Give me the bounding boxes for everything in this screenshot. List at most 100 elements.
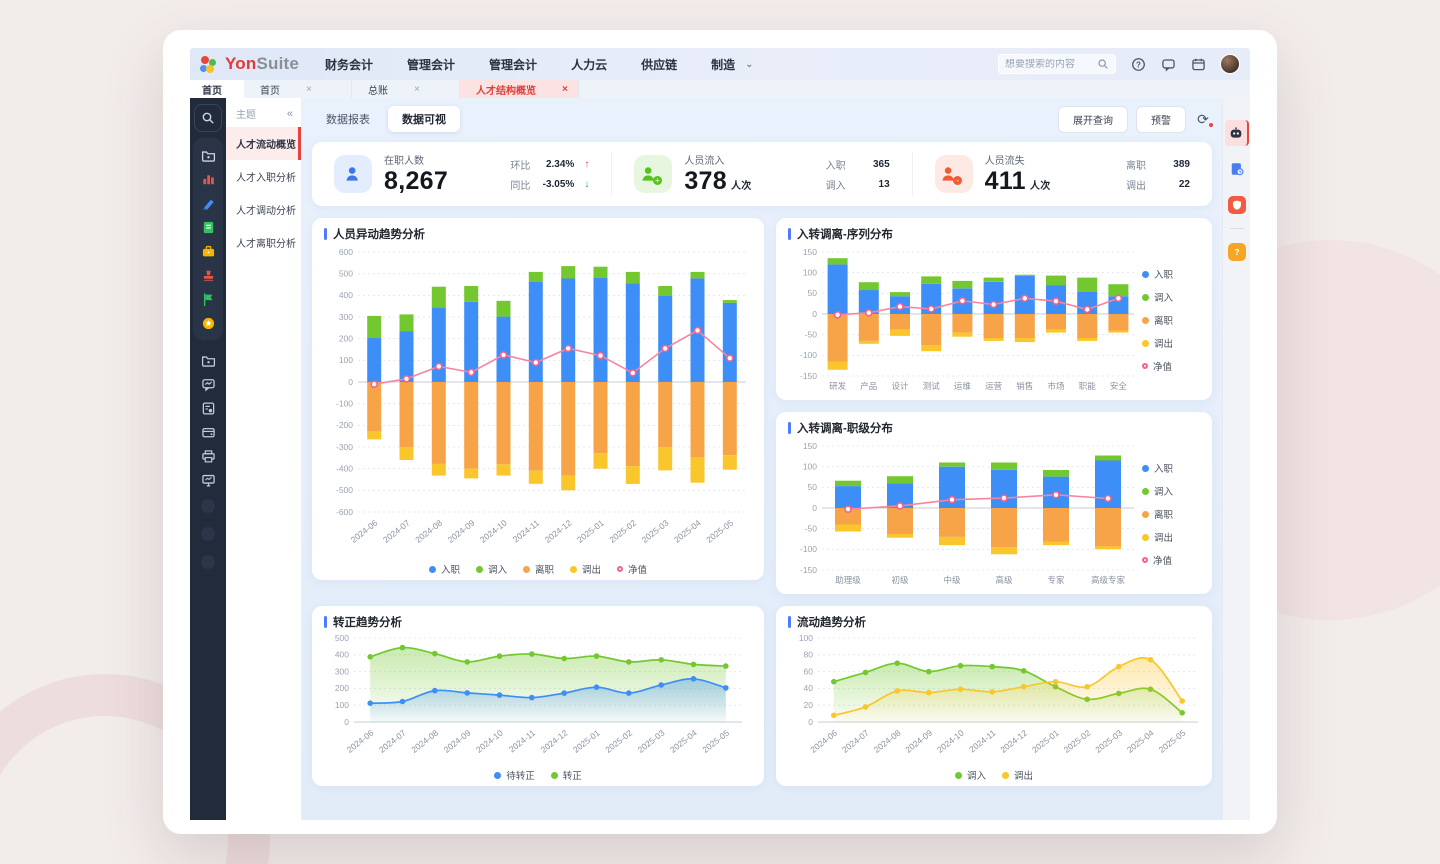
chat-report-icon[interactable] [195, 372, 221, 396]
metric-value: 389 [1156, 159, 1190, 170]
legend-label: 调出 [1154, 530, 1173, 544]
alert-button[interactable]: 预警 [1136, 106, 1186, 133]
wallet-icon[interactable] [195, 420, 221, 444]
refresh-icon[interactable]: ⟳ [1194, 111, 1212, 128]
chart-title: 转正趋势分析 [333, 614, 402, 630]
printer-icon[interactable] [195, 444, 221, 468]
calendar-icon[interactable] [1190, 56, 1206, 72]
sidebar-item-2[interactable]: 人才调动分析 [226, 193, 301, 226]
legend-item[interactable]: 调入 [1142, 484, 1192, 498]
workspace-tab-1[interactable]: 总账× [352, 80, 460, 98]
legend-label: 调入 [967, 768, 986, 782]
legend-item[interactable]: 净值 [1142, 359, 1192, 373]
svg-text:2024-12: 2024-12 [539, 728, 570, 755]
menu-item-5[interactable]: 制造 [711, 56, 735, 73]
search-input[interactable] [1005, 59, 1097, 70]
legend-item[interactable]: 净值 [617, 562, 647, 576]
svg-text:2025-05: 2025-05 [1157, 728, 1188, 755]
close-tab-icon[interactable]: × [562, 84, 568, 95]
legend-item[interactable]: 调入 [955, 768, 986, 782]
close-tab-icon[interactable]: × [414, 84, 420, 95]
svg-text:2024-08: 2024-08 [413, 518, 444, 545]
sidebar-item-3[interactable]: 人才离职分析 [226, 226, 301, 259]
top-navbar: YonSuite 财务会计 管理会计 管理会计 人力云 供应链 制造 ⌄ ? [190, 48, 1250, 80]
legend-item[interactable]: 离职 [1142, 507, 1192, 521]
svg-text:2025-02: 2025-02 [1062, 728, 1093, 755]
svg-text:0: 0 [344, 717, 349, 727]
svg-text:400: 400 [339, 290, 353, 300]
briefcase-app-icon[interactable] [195, 239, 221, 263]
svg-text:600: 600 [339, 247, 353, 257]
feedback-icon[interactable] [1160, 56, 1176, 72]
workspace-tab-0[interactable]: 首页× [244, 80, 352, 98]
legend-item[interactable]: 调出 [1002, 768, 1033, 782]
svg-text:2024-09: 2024-09 [446, 518, 477, 545]
close-tab-icon[interactable]: × [306, 84, 312, 95]
sidebar-item-1[interactable]: 人才入职分析 [226, 160, 301, 193]
kpi-metrics: 离职389调出22 [1126, 157, 1190, 192]
assistant-robot-icon[interactable] [1225, 120, 1249, 146]
legend-item[interactable]: 调入 [476, 562, 507, 576]
svg-text:2024-06: 2024-06 [345, 728, 376, 755]
svg-text:200: 200 [339, 334, 353, 344]
menu-item-2[interactable]: 管理会计 [489, 56, 537, 73]
legend-item[interactable]: 待转正 [494, 768, 535, 782]
legend-item[interactable]: 入职 [1142, 267, 1192, 281]
view-tab-visual[interactable]: 数据可视 [388, 106, 460, 132]
svg-text:?: ? [1234, 248, 1239, 257]
doc-history-icon[interactable] [1225, 156, 1249, 182]
legend-item[interactable]: 调出 [570, 562, 601, 576]
folder-icon[interactable] [195, 348, 221, 372]
menu-item-1[interactable]: 管理会计 [407, 56, 455, 73]
menu-item-4[interactable]: 供应链 [641, 56, 677, 73]
expand-query-button[interactable]: 展开查询 [1058, 106, 1128, 133]
svg-text:20: 20 [804, 700, 814, 710]
user-avatar[interactable] [1220, 54, 1240, 74]
legend-item[interactable]: 调出 [1142, 336, 1192, 350]
svg-text:40: 40 [804, 683, 814, 693]
legend-label: 离职 [1154, 313, 1173, 327]
legend-item[interactable]: 调入 [1142, 290, 1192, 304]
monitor-chat-icon[interactable] [195, 468, 221, 492]
stamp-app-icon[interactable] [195, 263, 221, 287]
yonsuite-logo[interactable]: YonSuite [200, 54, 299, 74]
workspace-tab-2[interactable]: 人才结构概览× [460, 80, 579, 98]
flag-app-icon[interactable] [195, 287, 221, 311]
menu-item-0[interactable]: 财务会计 [325, 56, 373, 73]
help-circle-icon[interactable]: ? [1130, 56, 1146, 72]
note-app-icon[interactable] [195, 215, 221, 239]
legend-item[interactable]: 净值 [1142, 553, 1192, 567]
svg-text:2024-06: 2024-06 [349, 518, 380, 545]
svg-text:测试: 测试 [923, 381, 941, 391]
legend-item[interactable]: 调出 [1142, 530, 1192, 544]
legend-item[interactable]: 入职 [429, 562, 460, 576]
bar-chart-app-icon[interactable] [195, 167, 221, 191]
view-tab-report[interactable]: 数据报表 [312, 106, 384, 132]
search-icon[interactable] [194, 104, 222, 132]
chevron-down-icon[interactable]: ⌄ [745, 59, 753, 70]
chart-legend: 入职调入离职调出净值 [1140, 461, 1192, 567]
global-search[interactable] [998, 54, 1116, 74]
collapse-sidebar-icon[interactable]: « [287, 108, 293, 120]
favorite-folder-icon[interactable] [195, 143, 221, 167]
search-icon[interactable] [1097, 56, 1109, 72]
legend-item[interactable]: 入职 [1142, 461, 1192, 475]
svg-text:2025-04: 2025-04 [1125, 728, 1156, 755]
svg-text:2025-03: 2025-03 [636, 728, 667, 755]
legend-item[interactable]: 离职 [1142, 313, 1192, 327]
svg-text:?: ? [1136, 60, 1141, 69]
service-icon[interactable] [1225, 192, 1249, 218]
user-document-icon[interactable] [195, 396, 221, 420]
help-icon[interactable]: ? [1225, 239, 1249, 265]
svg-text:2024-08: 2024-08 [409, 728, 440, 755]
menu-item-3[interactable]: 人力云 [571, 56, 607, 73]
sidebar-item-0[interactable]: 人才流动概览 [226, 127, 301, 160]
badge-app-icon[interactable] [195, 311, 221, 335]
design-app-icon[interactable] [195, 191, 221, 215]
tab-home-pinned[interactable]: 首页 [190, 80, 244, 98]
svg-text:150: 150 [803, 247, 817, 257]
legend-label: 待转正 [506, 768, 535, 782]
legend-item[interactable]: 离职 [523, 562, 554, 576]
svg-text:2024-11: 2024-11 [507, 728, 537, 755]
legend-item[interactable]: 转正 [551, 768, 582, 782]
